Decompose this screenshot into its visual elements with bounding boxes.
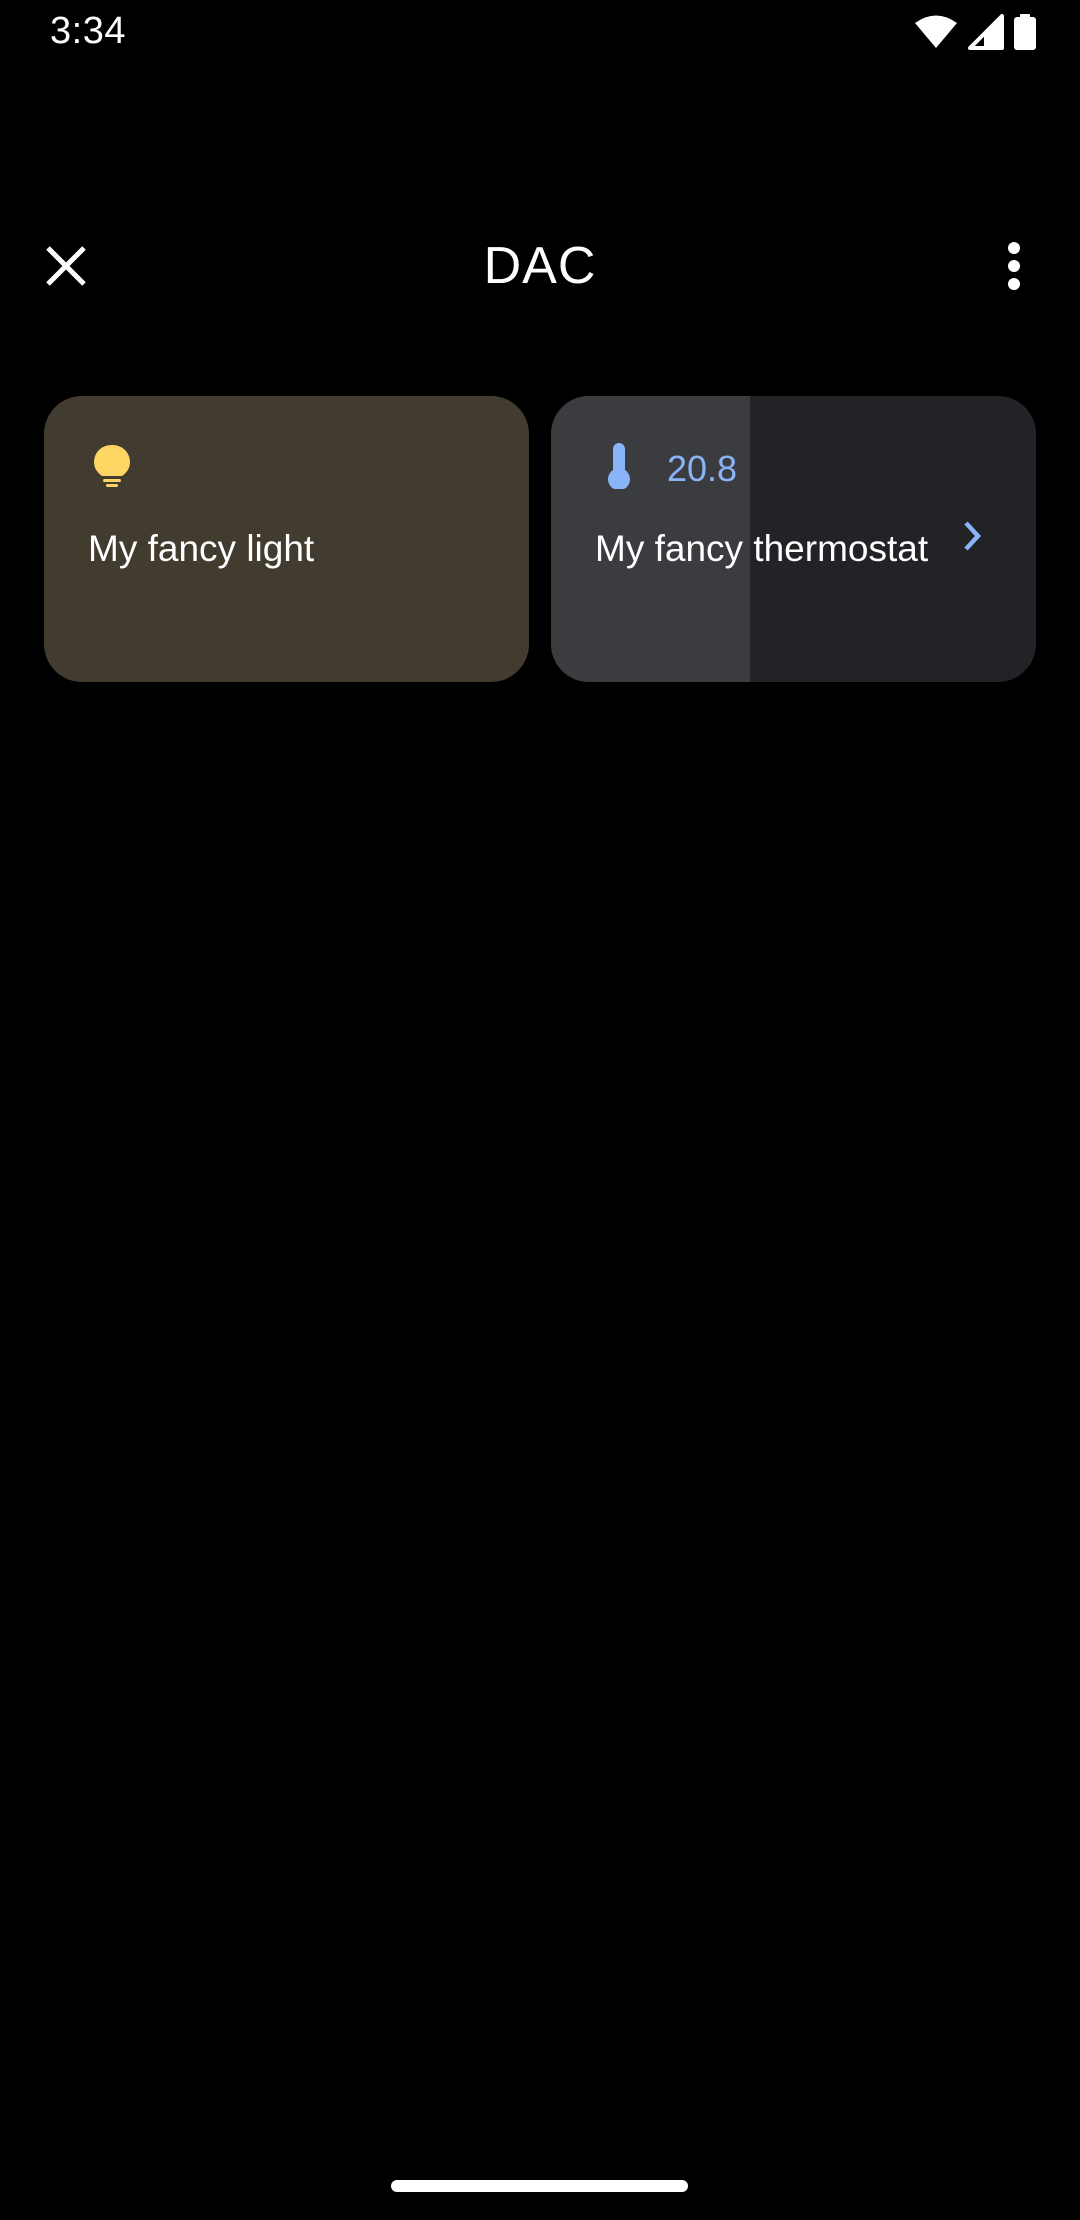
page-title: DAC xyxy=(483,237,597,295)
wifi-icon xyxy=(914,14,958,50)
controls-grid: My fancy light 20.8 My fancy thermostat xyxy=(44,396,1036,682)
status-time: 3:34 xyxy=(50,10,126,52)
lightbulb-icon xyxy=(88,442,136,490)
status-icons xyxy=(914,14,1036,50)
control-tile-light[interactable]: My fancy light xyxy=(44,396,529,682)
top-app-bar: DAC xyxy=(0,218,1080,314)
device-controls-screen: 3:34 DAC My fancy light 20.8 My fancy th… xyxy=(0,0,1080,2220)
cellular-signal-icon xyxy=(968,14,1004,50)
control-title: My fancy light xyxy=(88,528,315,569)
control-tile-thermostat[interactable]: 20.8 My fancy thermostat xyxy=(551,396,1036,682)
status-bar: 3:34 xyxy=(0,0,1080,68)
thermostat-temperature: 20.8 xyxy=(667,448,738,489)
thermometer-icon xyxy=(595,442,643,490)
gesture-nav-handle[interactable] xyxy=(391,2180,688,2192)
control-title: My fancy thermostat xyxy=(595,528,929,569)
more-options-button[interactable] xyxy=(978,232,1050,304)
battery-icon xyxy=(1014,14,1036,50)
chevron-right-icon[interactable] xyxy=(952,516,992,556)
more-vert-icon xyxy=(1006,241,1022,295)
